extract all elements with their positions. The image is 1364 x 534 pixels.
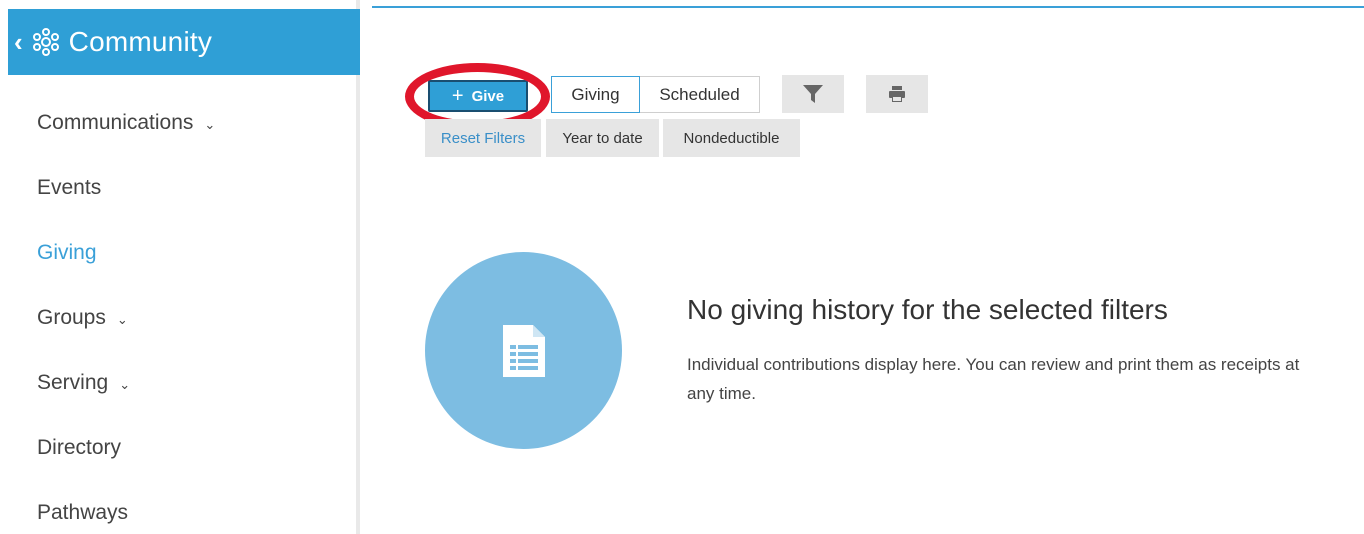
document-list-icon bbox=[502, 324, 545, 377]
sidebar-header[interactable]: ‹ Community bbox=[8, 9, 360, 75]
sidebar-item-label: Pathways bbox=[37, 500, 129, 524]
sidebar-item-events[interactable]: Events bbox=[37, 155, 215, 220]
sidebar-item-giving[interactable]: Giving bbox=[37, 220, 215, 285]
sidebar: ‹ Community Communications ⌄ Events Givi… bbox=[0, 0, 360, 534]
filter-icon bbox=[803, 85, 823, 103]
plus-icon: + bbox=[451, 85, 464, 107]
header-divider bbox=[372, 6, 1364, 8]
chevron-down-icon: ⌄ bbox=[204, 116, 216, 132]
sidebar-item-label: Events bbox=[37, 175, 102, 199]
sidebar-item-communications[interactable]: Communications ⌄ bbox=[37, 90, 215, 155]
print-button[interactable] bbox=[866, 75, 928, 113]
sidebar-item-serving[interactable]: Serving ⌄ bbox=[37, 350, 215, 415]
filter-chip-year-to-date[interactable]: Year to date bbox=[546, 119, 659, 157]
filter-chip-nondeductible[interactable]: Nondeductible bbox=[663, 119, 800, 157]
give-button[interactable]: + Give bbox=[428, 80, 528, 112]
sidebar-item-directory[interactable]: Directory bbox=[37, 415, 215, 480]
back-chevron-icon[interactable]: ‹ bbox=[14, 29, 23, 55]
filter-button[interactable] bbox=[782, 75, 844, 113]
sidebar-title: Community bbox=[68, 26, 213, 57]
empty-state-title: No giving history for the selected filte… bbox=[687, 294, 1168, 325]
tab-giving[interactable]: Giving bbox=[551, 76, 640, 113]
tab-scheduled[interactable]: Scheduled bbox=[640, 76, 760, 113]
sidebar-item-label: Directory bbox=[37, 435, 122, 459]
give-button-label: Give bbox=[471, 87, 505, 105]
print-icon bbox=[889, 86, 905, 102]
chevron-down-icon: ⌄ bbox=[119, 376, 131, 392]
sidebar-item-label: Serving bbox=[37, 370, 109, 394]
chevron-down-icon: ⌄ bbox=[116, 311, 128, 327]
sidebar-item-groups[interactable]: Groups ⌄ bbox=[37, 285, 215, 350]
empty-state-illustration bbox=[425, 252, 622, 449]
sidebar-item-label: Groups bbox=[37, 305, 106, 329]
reset-filters-button[interactable]: Reset Filters bbox=[425, 119, 541, 157]
sidebar-nav: Communications ⌄ Events Giving Groups ⌄ … bbox=[37, 90, 215, 534]
sidebar-item-label: Giving bbox=[37, 240, 97, 264]
sidebar-item-label: Communications bbox=[37, 110, 194, 134]
empty-state-description: Individual contributions display here. Y… bbox=[687, 355, 1300, 403]
sidebar-item-pathways[interactable]: Pathways bbox=[37, 480, 215, 534]
community-icon bbox=[32, 28, 59, 56]
